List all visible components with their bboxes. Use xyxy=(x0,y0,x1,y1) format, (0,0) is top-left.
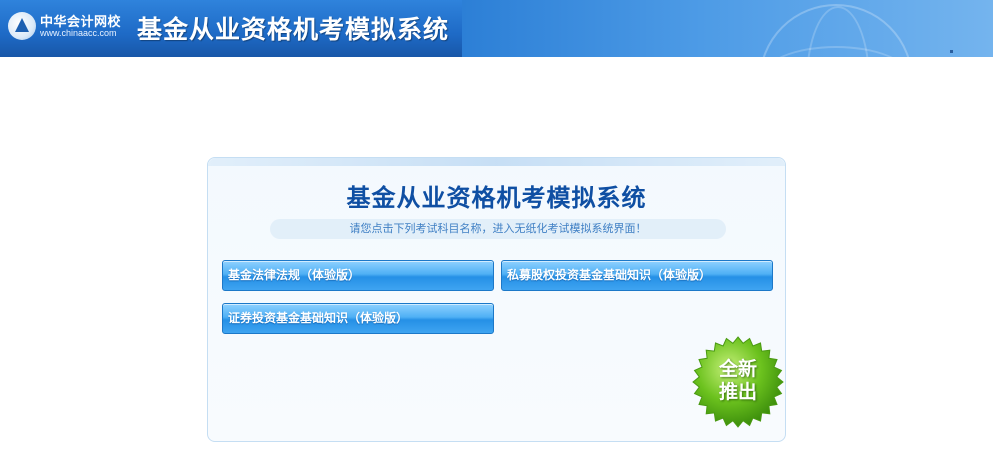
panel-subtitle: 请您点击下列考试科目名称，进入无纸化考试模拟系统界面！ xyxy=(349,222,647,235)
panel-top-highlight xyxy=(208,158,785,166)
header-title: 基金从业资格机考模拟系统 xyxy=(137,15,450,44)
badge-line-1: 全新 xyxy=(718,358,757,380)
exam-button-fund-law[interactable]: 基金法律法规（体验版） xyxy=(222,260,494,291)
panel-title: 基金从业资格机考模拟系统 xyxy=(346,184,647,212)
logo-url[interactable]: www.chinaacc.com xyxy=(40,28,117,38)
globe-decoration-icon xyxy=(759,4,913,57)
exam-button-private-equity[interactable]: 私募股权投资基金基础知识（体验版） xyxy=(501,260,773,291)
subtitle-bar: 请您点击下列考试科目名称，进入无纸化考试模拟系统界面！ xyxy=(270,219,726,239)
badge-line-2: 推出 xyxy=(718,381,757,403)
header-banner: 中华会计网校 www.chinaacc.com 基金从业资格机考模拟系统 xyxy=(0,0,993,57)
new-launch-badge: 全新 推出 xyxy=(692,336,784,428)
exam-button-securities-fund[interactable]: 证券投资基金基础知识（体验版） xyxy=(222,303,494,334)
exam-selection-panel: 基金从业资格机考模拟系统 请您点击下列考试科目名称，进入无纸化考试模拟系统界面！… xyxy=(207,157,786,442)
badge-text: 全新 推出 xyxy=(692,358,784,404)
header-decoration-dot xyxy=(950,50,953,53)
header-background-right xyxy=(462,0,993,57)
chinaacc-logo-icon[interactable] xyxy=(8,12,36,40)
